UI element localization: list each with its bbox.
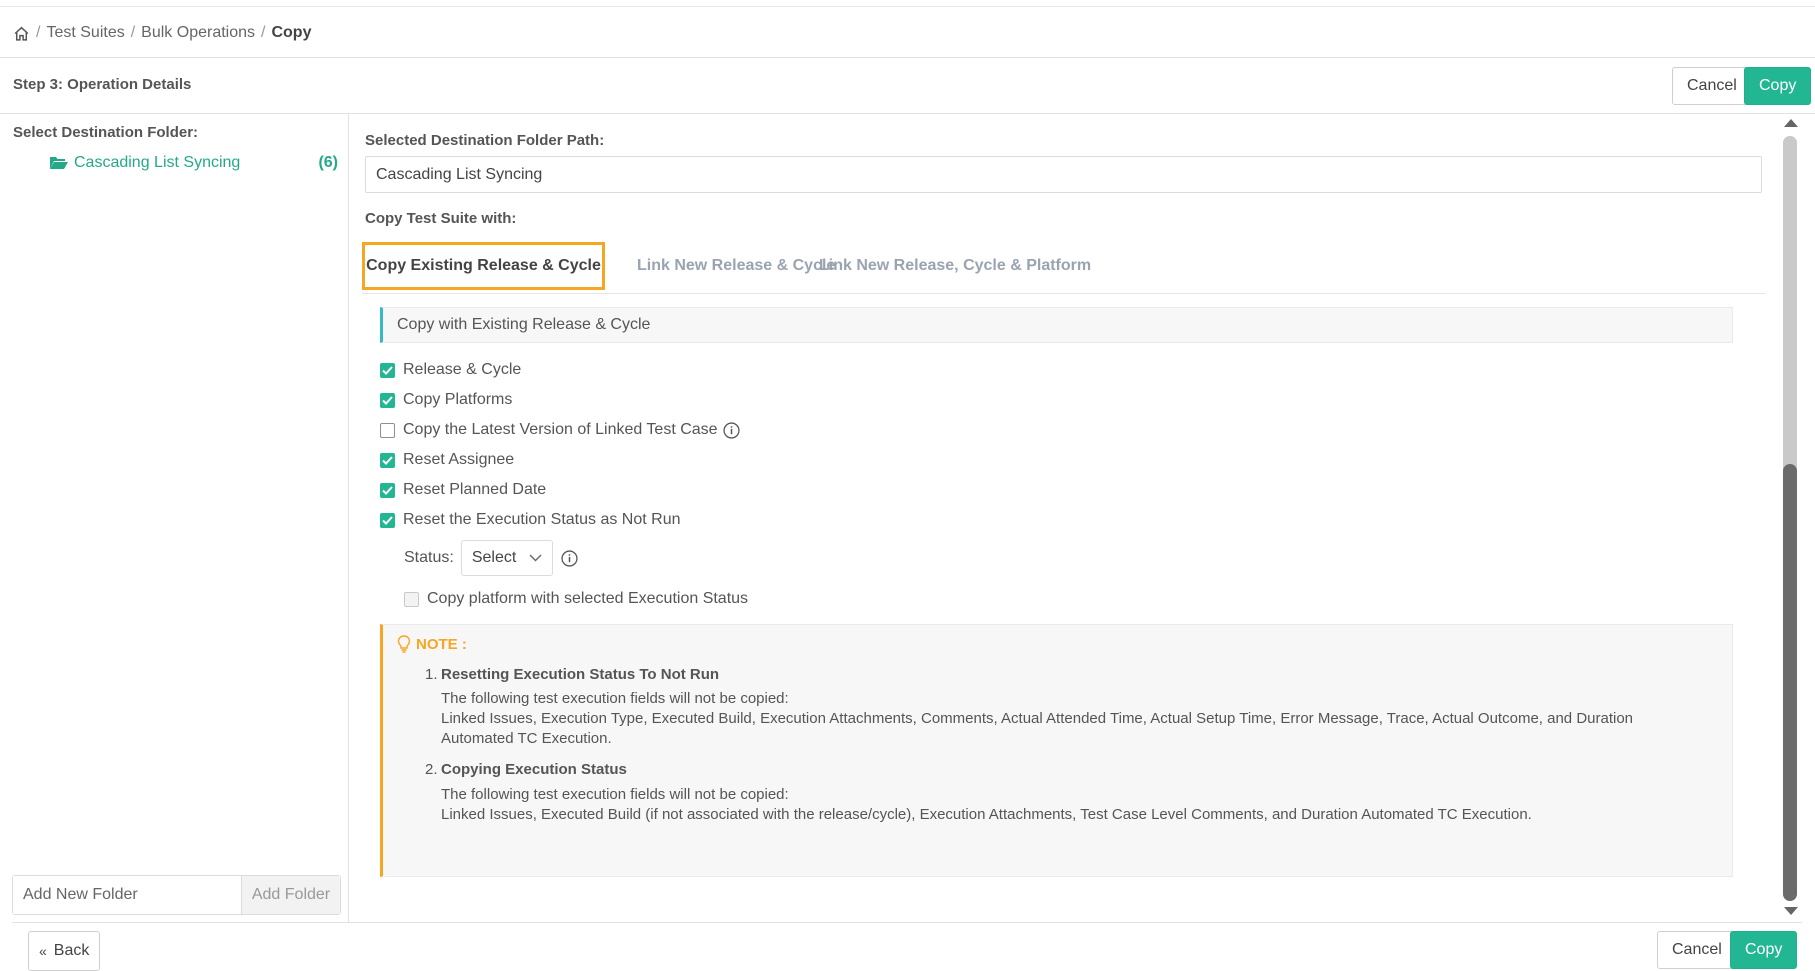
checkbox-checked[interactable] [380,482,395,498]
operation-details-panel: Selected Destination Folder Path: Cascad… [350,114,1780,922]
breadcrumb: / Test Suites / Bulk Operations / Copy [13,22,311,44]
option-label: Copy Platforms [403,391,513,408]
tab-copy-existing[interactable]: Copy Existing Release & Cycle [362,242,605,290]
note-item-heading: Copying Execution Status [441,761,627,778]
scroll-up-arrow-icon[interactable] [1784,119,1798,127]
step-title: Step 3: Operation Details [13,76,192,93]
option-copy-latest-version[interactable]: Copy the Latest Version of Linked Test C… [380,419,740,441]
home-icon[interactable] [13,25,30,42]
note-item-body: The following test execution fields will… [441,689,1701,749]
note-line: Linked Issues, Execution Type, Executed … [441,710,1634,727]
option-label: Release & Cycle [403,361,522,378]
info-icon[interactable] [561,549,578,567]
breadcrumb-separator: / [261,24,266,41]
select-destination-label: Select Destination Folder: [13,124,199,141]
checkbox-checked[interactable] [380,392,395,408]
checkbox-checked[interactable] [380,512,395,528]
tab-link-new-release-cycle[interactable]: Link New Release & Cycle [637,242,835,290]
checkbox-checked[interactable] [380,362,395,378]
note-item-heading: Resetting Execution Status To Not Run [441,666,720,683]
folder-open-icon [50,157,68,169]
checkbox-checked[interactable] [380,452,395,468]
add-folder-group: Add Folder [12,875,341,915]
option-label: Copy the Latest Version of Linked Test C… [403,421,718,438]
breadcrumb-separator: / [130,24,136,41]
chevron-down-icon [529,554,542,562]
option-reset-planned-date[interactable]: Reset Planned Date [380,479,546,501]
note-item-number: 1. [425,666,438,683]
scroll-thumb[interactable] [1783,464,1797,901]
note-line: Automated TC Execution. [441,730,612,747]
note-title-text: NOTE : [416,635,467,653]
folder-tree-item[interactable]: Cascading List Syncing (6) [50,154,338,172]
option-label: Reset the Execution Status as Not Run [403,511,681,528]
destination-folder-panel: Select Destination Folder: Cascading Lis… [0,114,349,922]
breadcrumb-separator: / [36,24,41,41]
note-line: The following test execution fields will… [441,690,789,707]
option-reset-execution-status[interactable]: Reset the Execution Status as Not Run [380,509,680,531]
top-divider [0,6,1815,7]
footer-bar: « Back Cancel Copy [12,922,1802,971]
option-reset-assignee[interactable]: Reset Assignee [380,449,514,471]
option-copy-platforms[interactable]: Copy Platforms [380,389,512,411]
folder-name: Cascading List Syncing [74,154,241,171]
folder-count: (6) [318,154,338,171]
copy-with-label: Copy Test Suite with: [365,210,517,227]
option-label: Reset Assignee [403,451,515,468]
status-select-value: Select [471,549,517,566]
scroll-down-arrow-icon[interactable] [1784,907,1798,915]
double-chevron-left-icon: « [39,943,47,959]
note-item-body: The following test execution fields will… [441,785,1701,825]
header-cancel-button[interactable]: Cancel [1672,67,1752,105]
header-copy-button[interactable]: Copy [1744,67,1812,105]
check-icon [382,485,393,495]
option-label: Reset Planned Date [403,481,547,498]
option-copy-platform-with-status[interactable]: Copy platform with selected Execution St… [404,588,748,610]
back-button[interactable]: « Back [28,931,101,971]
destination-path-field: Cascading List Syncing [365,156,1762,193]
check-icon [382,515,393,525]
step-header: Step 3: Operation Details Cancel Copy [0,57,1815,114]
breadcrumb-test-suites[interactable]: Test Suites [46,24,124,42]
note-box: NOTE : 1. Resetting Execution Status To … [380,624,1733,877]
copy-mode-tabs: Copy Existing Release & Cycle Link New R… [362,242,1765,294]
status-label: Status: [404,549,454,566]
note-line: Linked Issues, Executed Build (if not as… [441,806,1532,823]
footer-cancel-button[interactable]: Cancel [1657,931,1737,969]
note-line: The following test execution fields will… [441,786,789,803]
checkbox-unchecked[interactable] [380,422,395,438]
vertical-scrollbar[interactable] [1780,114,1800,922]
check-icon [382,365,393,375]
checkbox-disabled[interactable] [404,591,419,607]
footer-copy-button[interactable]: Copy [1730,931,1798,969]
note-title: NOTE : [397,635,467,653]
tab-link-new-release-cycle-platform[interactable]: Link New Release, Cycle & Platform [819,242,1091,290]
lightbulb-icon [397,635,411,653]
back-label: Back [53,942,90,959]
section-title: Copy with Existing Release & Cycle [380,307,1733,343]
status-row: Status: Select [404,540,578,576]
note-item-number: 2. [425,761,438,778]
breadcrumb-current: Copy [271,24,312,41]
check-icon [382,455,393,465]
destination-path-label: Selected Destination Folder Path: [365,132,605,149]
add-folder-button[interactable]: Add Folder [241,876,340,914]
new-folder-input[interactable] [13,876,241,914]
option-release-cycle[interactable]: Release & Cycle [380,359,521,381]
option-label: Copy platform with selected Execution St… [427,590,749,607]
breadcrumb-bulk-operations[interactable]: Bulk Operations [141,24,255,42]
info-icon[interactable] [722,421,740,439]
check-icon [382,395,393,405]
status-select[interactable]: Select [460,540,553,576]
